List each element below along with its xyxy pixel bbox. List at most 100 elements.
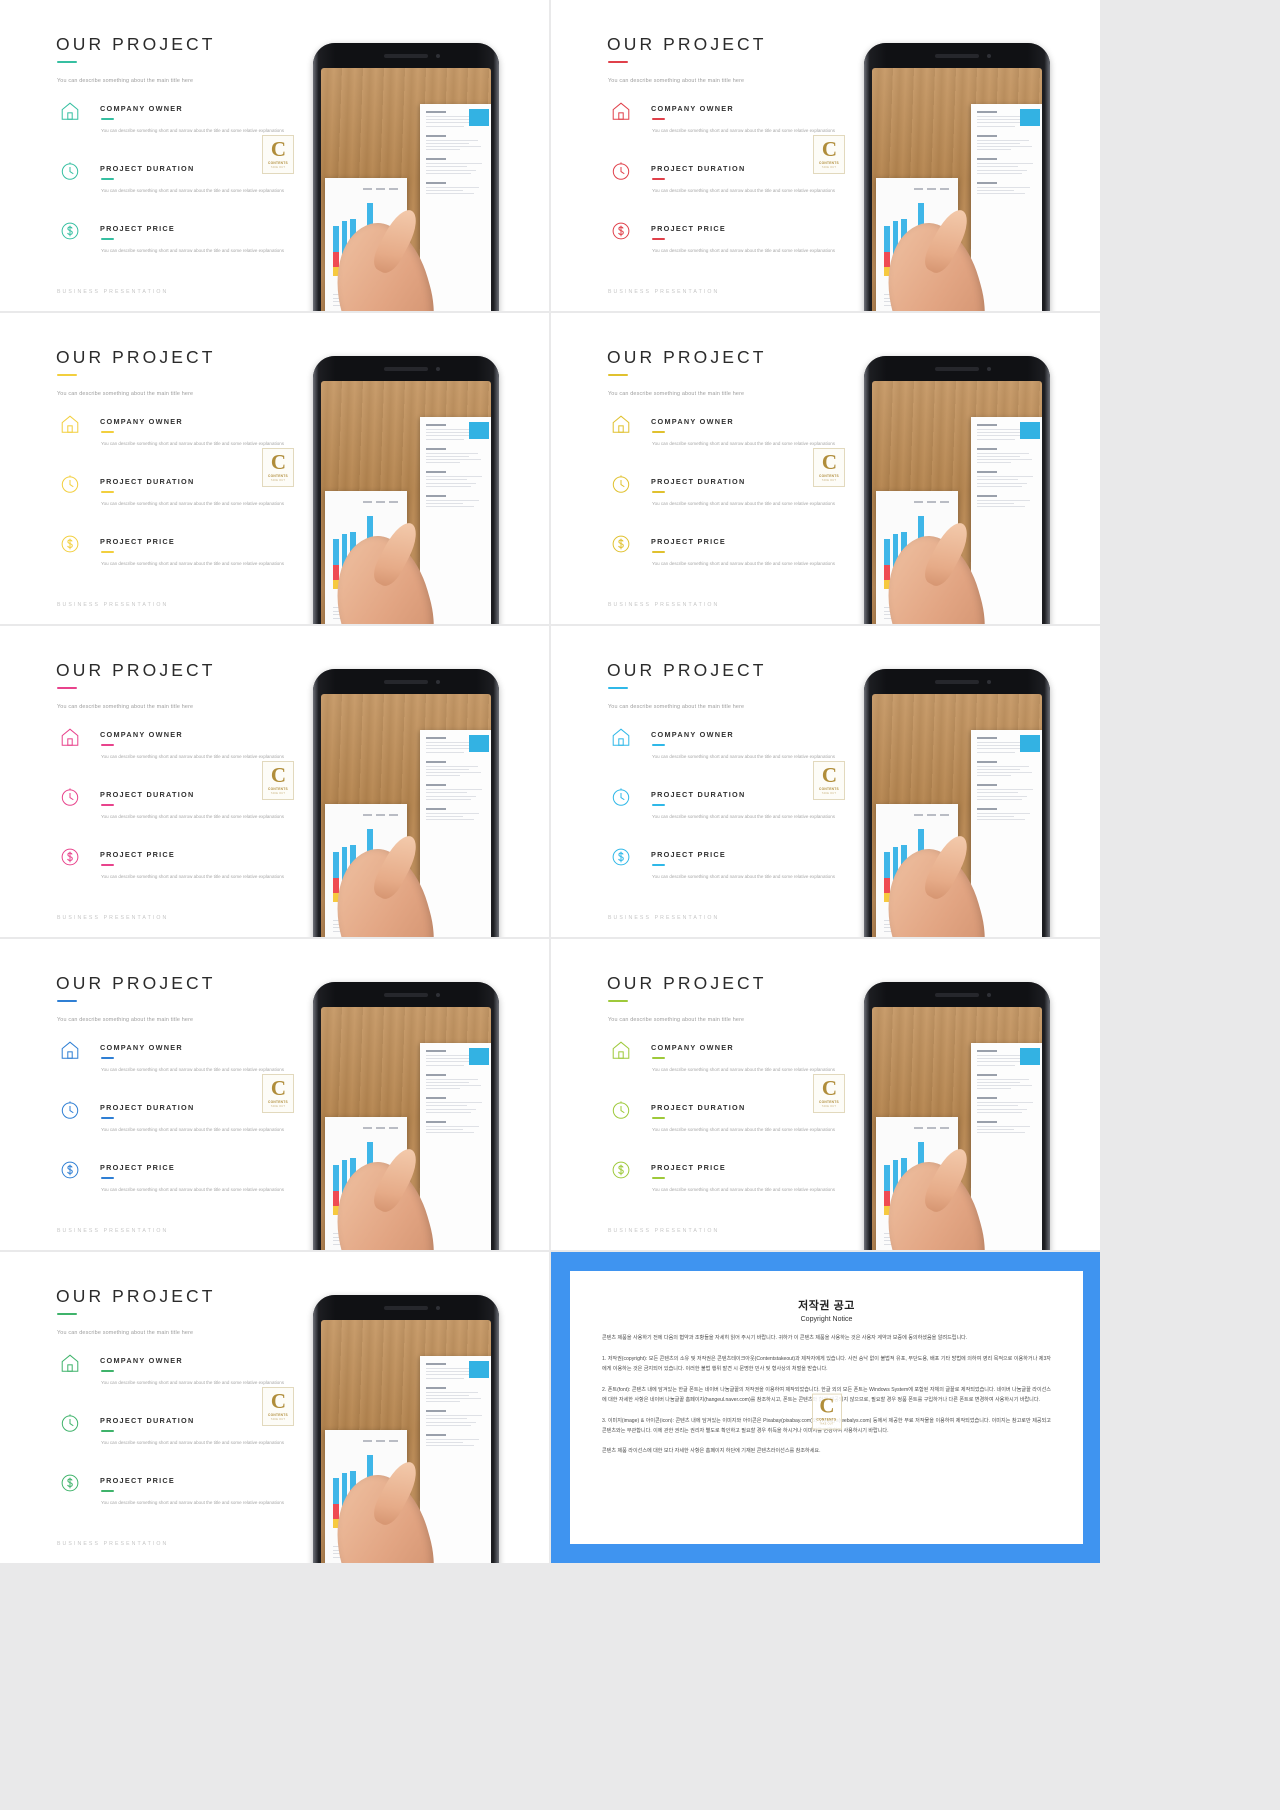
slide-footer: BUSINESS PRESENTATION <box>57 602 169 608</box>
resume-document: Samantha Prince <box>420 417 491 624</box>
slide-thumbnail-yellow[interactable]: OUR PROJECT You can describe something a… <box>0 313 549 624</box>
resume-heading <box>426 1363 446 1365</box>
copyright-intro: 콘텐츠 제품을 사용하기 전에 다음의 협약과 조항들을 자세히 읽어 주시기 … <box>602 1335 968 1341</box>
phone-screen: Samantha Prince Samantha Prin <box>872 1007 1042 1250</box>
brand-logo-badge: C CONTENTS TAKE OUT <box>262 1387 294 1426</box>
feature-underline <box>101 178 114 180</box>
logo-line1: CONTENTS <box>268 1099 288 1104</box>
home-icon <box>610 413 632 435</box>
logo-line1: CONTENTS <box>268 786 288 791</box>
feature-underline <box>101 1117 114 1119</box>
logo-letter: C <box>270 137 286 162</box>
phone-speaker <box>384 367 428 371</box>
page-title: OUR PROJECT <box>56 660 216 680</box>
feature-body: You can describe something short and nar… <box>101 561 284 566</box>
clock-icon <box>59 1412 81 1434</box>
resume-badge <box>1020 735 1040 752</box>
chart-legend <box>363 814 398 816</box>
phone-camera-icon <box>435 54 440 58</box>
slide-subtitle: You can describe something about the mai… <box>57 78 194 84</box>
phone-mockup: Samantha Prince Samantha Prin <box>864 982 1050 1250</box>
feature-title: PROJECT PRICE <box>651 1163 727 1172</box>
phone-speaker <box>384 54 428 58</box>
feature-body: You can describe something short and nar… <box>652 441 835 446</box>
phone-mockup: Samantha Prince Samantha Prin <box>864 669 1050 937</box>
slide-subtitle: You can describe something about the mai… <box>57 1330 194 1336</box>
phone-camera-icon <box>435 993 440 997</box>
feature-title: COMPANY OWNER <box>651 417 734 426</box>
copyright-clause-1: 1. 저작권(copyright): 모든 콘텐츠의 소유 및 저작권은 콘텐츠… <box>602 1355 1051 1372</box>
resume-document: Samantha Prince <box>971 730 1042 937</box>
slide-thumbnail-green[interactable]: OUR PROJECT You can describe something a… <box>0 1252 549 1563</box>
home-icon <box>59 726 81 748</box>
logo-letter: C <box>821 137 837 162</box>
feature-body: You can describe something short and nar… <box>652 561 835 566</box>
page-title: OUR PROJECT <box>56 1286 216 1306</box>
resume-badge <box>1020 1048 1040 1065</box>
title-underline <box>608 687 628 690</box>
feature-body: You can describe something short and nar… <box>652 1067 835 1072</box>
slide-footer: BUSINESS PRESENTATION <box>57 915 169 921</box>
chart-legend <box>914 814 949 816</box>
feature-underline <box>101 804 114 806</box>
logo-line1: CONTENTS <box>268 1412 288 1417</box>
phone-speaker <box>384 993 428 997</box>
feature-title: PROJECT PRICE <box>100 1476 176 1485</box>
logo-letter: C <box>819 1393 834 1418</box>
feature-body: You can describe something short and nar… <box>101 1067 284 1072</box>
slide-thumbnail-lime[interactable]: OUR PROJECT You can describe something a… <box>551 939 1100 1250</box>
feature-underline <box>652 1117 665 1119</box>
feature-title: PROJECT DURATION <box>651 477 746 486</box>
phone-camera-icon <box>986 993 991 997</box>
logo-line2: TAKE OUT <box>270 1104 286 1108</box>
logo-letter: C <box>270 1076 286 1101</box>
slide-thumbnail-blue[interactable]: OUR PROJECT You can describe something a… <box>0 939 549 1250</box>
slide-footer: BUSINESS PRESENTATION <box>608 602 720 608</box>
brand-logo-badge: C CONTENTS TAKE OUT <box>262 448 294 487</box>
copyright-outro: 콘텐츠 제품 라이선스에 대한 보다 자세한 사항은 홈페이지 하단에 기재된 … <box>602 1448 821 1455</box>
resume-document: Samantha Prince <box>420 1043 491 1250</box>
feature-title: COMPANY OWNER <box>651 1043 734 1052</box>
copyright-notice-panel: 저작권 공고 Copyright Notice 콘텐츠 제품을 사용하기 전에 … <box>551 1252 1100 1563</box>
feature-body: You can describe something short and nar… <box>101 814 284 819</box>
feature-title: PROJECT DURATION <box>100 1416 195 1425</box>
home-icon <box>610 100 632 122</box>
logo-line1: CONTENTS <box>819 473 839 478</box>
slide-thumbnail-gold[interactable]: OUR PROJECT You can describe something a… <box>551 313 1100 624</box>
slide-thumbnail-teal[interactable]: OUR PROJECT You can describe something a… <box>0 0 549 311</box>
logo-line2: TAKE OUT <box>819 1422 834 1426</box>
dollar-circle-icon <box>59 846 81 868</box>
slide-grid: OUR PROJECT You can describe something a… <box>0 0 1280 1563</box>
dollar-circle-icon <box>610 533 632 555</box>
home-icon <box>59 1352 81 1374</box>
phone-mockup: Samantha Prince Samantha Prin <box>864 43 1050 311</box>
resume-heading <box>426 1050 446 1052</box>
logo-letter: C <box>821 763 837 788</box>
feature-body: You can describe something short and nar… <box>101 1127 284 1132</box>
feature-title: PROJECT DURATION <box>651 164 746 173</box>
dollar-circle-icon <box>59 1472 81 1494</box>
feature-title: PROJECT DURATION <box>651 1103 746 1112</box>
title-underline <box>608 1000 628 1003</box>
logo-line1: CONTENTS <box>819 160 839 165</box>
slide-thumbnail-cyan[interactable]: OUR PROJECT You can describe something a… <box>551 626 1100 937</box>
slide-thumbnail-pink[interactable]: OUR PROJECT You can describe something a… <box>0 626 549 937</box>
feature-title: COMPANY OWNER <box>100 1043 183 1052</box>
logo-line2: TAKE OUT <box>821 1104 837 1108</box>
phone-camera-icon <box>986 54 991 58</box>
logo-line1: CONTENTS <box>816 1417 837 1422</box>
clock-icon <box>59 160 81 182</box>
feature-underline <box>652 1177 665 1179</box>
page-title: OUR PROJECT <box>56 34 216 54</box>
resume-heading <box>426 737 446 739</box>
slide-subtitle: You can describe something about the mai… <box>608 78 745 84</box>
phone-screen: Samantha Prince Samantha Prin <box>872 694 1042 937</box>
feature-underline <box>652 431 665 433</box>
home-icon <box>610 726 632 748</box>
feature-title: COMPANY OWNER <box>100 104 183 113</box>
home-icon <box>610 1039 632 1061</box>
phone-speaker <box>384 680 428 684</box>
resume-document: Samantha Prince <box>420 1356 491 1563</box>
dollar-circle-icon <box>610 1159 632 1181</box>
slide-thumbnail-red[interactable]: OUR PROJECT You can describe something a… <box>551 0 1100 311</box>
